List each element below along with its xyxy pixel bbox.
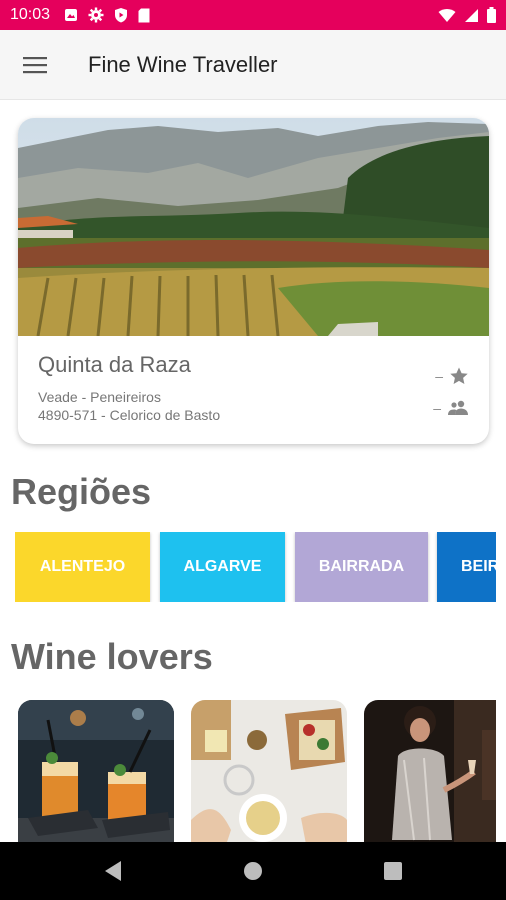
region-beira[interactable]: BEIRA: [437, 532, 496, 602]
app-bar: Fine Wine Traveller: [0, 30, 506, 100]
region-bairrada[interactable]: BAIRRADA: [295, 532, 428, 602]
region-label: ALGARVE: [183, 558, 262, 575]
signal-icon: [465, 8, 478, 22]
menu-button[interactable]: [0, 30, 70, 100]
winery-address-line2: 4890-571 - Celorico de Basto: [38, 407, 221, 423]
people-value: –: [433, 400, 441, 416]
regions-section-title: Regiões: [11, 471, 152, 512]
star-icon: [450, 367, 468, 384]
back-button[interactable]: [98, 856, 128, 886]
region-algarve[interactable]: ALGARVE: [160, 532, 285, 602]
recents-icon: [384, 862, 402, 880]
wine-lovers-carousel[interactable]: [18, 700, 496, 842]
winery-name: Quinta da Raza: [38, 352, 191, 377]
people-icon: [448, 400, 468, 415]
home-icon: [244, 862, 262, 880]
recents-button[interactable]: [378, 856, 408, 886]
gear-icon: [88, 7, 104, 23]
cocktails-photo: [18, 700, 174, 842]
wine-lover-card-party[interactable]: [364, 700, 496, 842]
region-label: BAIRRADA: [318, 558, 405, 575]
back-icon: [105, 861, 121, 881]
home-button[interactable]: [238, 856, 268, 886]
menu-icon: [23, 56, 47, 73]
wine-lovers-section-title: Wine lovers: [11, 636, 213, 677]
rating-stat: –: [435, 366, 469, 386]
status-bar: 10:03: [0, 0, 506, 30]
photo-icon: [65, 9, 78, 21]
regions-carousel[interactable]: ALENTEJO ALGARVE BAIRRADA BEIRA: [15, 532, 496, 602]
app-title: Fine Wine Traveller: [88, 51, 278, 77]
featured-winery-card[interactable]: Quinta da Raza Veade - Peneireiros 4890-…: [18, 118, 489, 444]
region-label: BEIRA: [461, 558, 496, 575]
shield-icon: [115, 8, 128, 23]
vineyard-photo: [18, 118, 489, 336]
wine-lover-card-food[interactable]: [191, 700, 347, 842]
people-stat: –: [433, 400, 469, 416]
status-time: 10:03: [10, 6, 51, 23]
rating-value: –: [435, 368, 443, 384]
winery-address-line1: Veade - Peneireiros: [38, 389, 161, 405]
wifi-icon: [438, 8, 456, 22]
wine-lover-card-cocktails[interactable]: [18, 700, 174, 842]
food-platter-photo: [191, 700, 347, 842]
region-alentejo[interactable]: ALENTEJO: [15, 532, 150, 602]
battery-icon: [487, 7, 496, 23]
system-nav-bar: [0, 842, 506, 900]
sd-card-icon: [138, 8, 150, 22]
party-photo: [364, 700, 496, 842]
region-label: ALENTEJO: [39, 558, 126, 575]
